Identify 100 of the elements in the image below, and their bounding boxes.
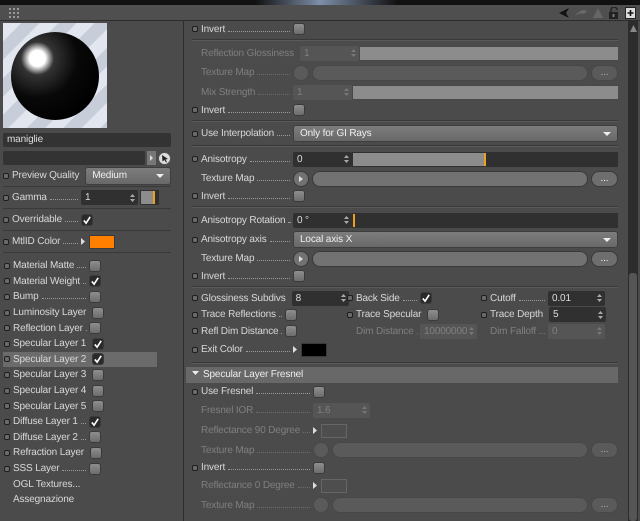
field-label: Anisotropy Rotation — [201, 214, 286, 226]
field-label: Texture Map — [201, 253, 254, 264]
port-icon — [4, 403, 10, 410]
port-icon — [4, 466, 10, 472]
number-field[interactable]: 0.01 — [548, 290, 605, 306]
field-label: Trace Specular — [356, 309, 422, 320]
up-arrow-icon — [630, 25, 636, 32]
checkbox[interactable] — [92, 368, 104, 381]
checkbox[interactable] — [92, 384, 104, 397]
layer-item[interactable]: Luminosity Layer — [3, 304, 171, 320]
play-button[interactable] — [293, 170, 309, 186]
number-field[interactable]: 1 — [81, 190, 138, 205]
checkbox[interactable] — [427, 308, 440, 321]
checkbox[interactable] — [89, 416, 101, 428]
checkbox[interactable] — [313, 386, 325, 398]
texture-path-field[interactable] — [312, 170, 588, 186]
scrollbar[interactable] — [628, 21, 638, 521]
browse-button[interactable]: ... — [591, 250, 618, 266]
field-label: Invert — [201, 104, 226, 116]
layer-item[interactable]: Reflection Layer — [3, 320, 171, 336]
checkbox[interactable] — [285, 325, 297, 338]
layer-item[interactable]: Material Weight — [3, 274, 171, 290]
field-label: Anisotropy axis — [201, 234, 267, 245]
slider-track[interactable] — [140, 190, 159, 205]
checkbox[interactable] — [420, 292, 432, 304]
port-icon — [4, 356, 10, 362]
checkbox[interactable] — [293, 23, 305, 35]
section-header[interactable]: Specular Layer Fresnel — [186, 366, 618, 382]
checkbox[interactable] — [89, 462, 101, 475]
grip-icon — [9, 8, 19, 18]
color-swatch[interactable] — [89, 234, 115, 248]
play-button[interactable] — [293, 250, 309, 266]
spinner-arrows-icon — [344, 216, 349, 224]
layer-item[interactable]: Diffuse Layer 2 — [3, 430, 171, 446]
layer-item[interactable]: Specular Layer 1 — [3, 336, 171, 352]
color-swatch[interactable] — [301, 342, 327, 356]
name-field[interactable]: maniglie — [3, 133, 171, 147]
checkbox[interactable] — [92, 353, 104, 366]
triangle-icon — [81, 238, 85, 245]
number-field[interactable]: 5 — [549, 307, 606, 322]
field-label: Trace Depth — [490, 309, 544, 320]
port-icon — [4, 434, 10, 440]
back-arrow-icon[interactable] — [559, 8, 569, 18]
checkbox[interactable] — [92, 400, 104, 412]
checkbox[interactable] — [92, 338, 104, 350]
checkbox[interactable] — [89, 322, 101, 334]
field-label: Preview Quality — [12, 170, 80, 181]
layer-item[interactable]: Specular Layer 3 — [3, 367, 171, 383]
layer-item[interactable]: Refraction Layer — [3, 445, 171, 461]
checkbox[interactable] — [293, 270, 305, 282]
checkbox[interactable] — [81, 214, 93, 226]
texture-path-field[interactable] — [312, 250, 588, 266]
number-field[interactable]: 0 ° — [293, 212, 352, 228]
arrow-button[interactable] — [147, 151, 156, 165]
dropdown[interactable]: Medium — [85, 166, 171, 184]
checkbox[interactable] — [90, 446, 102, 459]
checkbox[interactable] — [293, 190, 305, 202]
caret-icon — [603, 238, 611, 242]
number-field[interactable]: 0 — [293, 152, 352, 166]
spinner-arrows-icon — [469, 327, 474, 336]
port-icon — [4, 262, 10, 269]
checkbox[interactable] — [89, 431, 101, 444]
layer-item[interactable]: Specular Layer 2 — [3, 352, 157, 368]
port-icon — [4, 278, 10, 284]
layer-item[interactable]: Bump — [3, 289, 171, 305]
layer-item[interactable]: SSS Layer — [3, 460, 171, 476]
spinner-arrows-icon — [597, 294, 602, 302]
link-field[interactable] — [3, 151, 145, 165]
layer-item[interactable]: Specular Layer 4 — [3, 382, 171, 398]
cursor-icon — [158, 152, 171, 164]
padlock-icon[interactable] — [609, 6, 619, 18]
triangle-icon — [313, 427, 317, 434]
port-icon — [4, 294, 10, 300]
checkbox[interactable] — [285, 308, 297, 321]
checkbox[interactable] — [89, 290, 101, 303]
layer-item[interactable]: Specular Layer 5 — [3, 398, 171, 414]
checkbox[interactable] — [293, 104, 305, 116]
spinner-arrows-icon — [130, 194, 135, 202]
scrollbar-thumb[interactable] — [629, 273, 637, 521]
field-label: Gamma — [12, 192, 47, 203]
dropdown[interactable]: Local axis X — [293, 231, 618, 248]
layer-item[interactable]: Assegnazione — [3, 492, 171, 508]
layer-item[interactable]: OGL Textures... — [3, 476, 171, 492]
checkbox[interactable] — [92, 306, 104, 319]
field-label: Use Fresnel — [201, 386, 254, 397]
layer-item[interactable]: Diffuse Layer 1 — [3, 414, 171, 430]
layer-item[interactable]: Material Matte — [3, 258, 171, 274]
checkbox[interactable] — [89, 260, 101, 272]
field-label: Glossiness Subdivs — [201, 292, 286, 304]
dropdown[interactable]: Only for GI Rays — [293, 125, 618, 142]
spinner-arrows-icon — [340, 294, 346, 302]
browse-button[interactable]: ... — [591, 170, 618, 186]
number-field[interactable]: 8 — [292, 290, 349, 306]
caret-icon — [156, 174, 164, 178]
checkbox[interactable] — [89, 275, 101, 288]
field-label: MtlID Color — [12, 236, 60, 247]
plus-box-icon[interactable] — [625, 6, 636, 18]
play-icon — [299, 256, 303, 262]
checkbox[interactable] — [313, 462, 325, 474]
spinner-arrows-icon — [344, 155, 349, 163]
